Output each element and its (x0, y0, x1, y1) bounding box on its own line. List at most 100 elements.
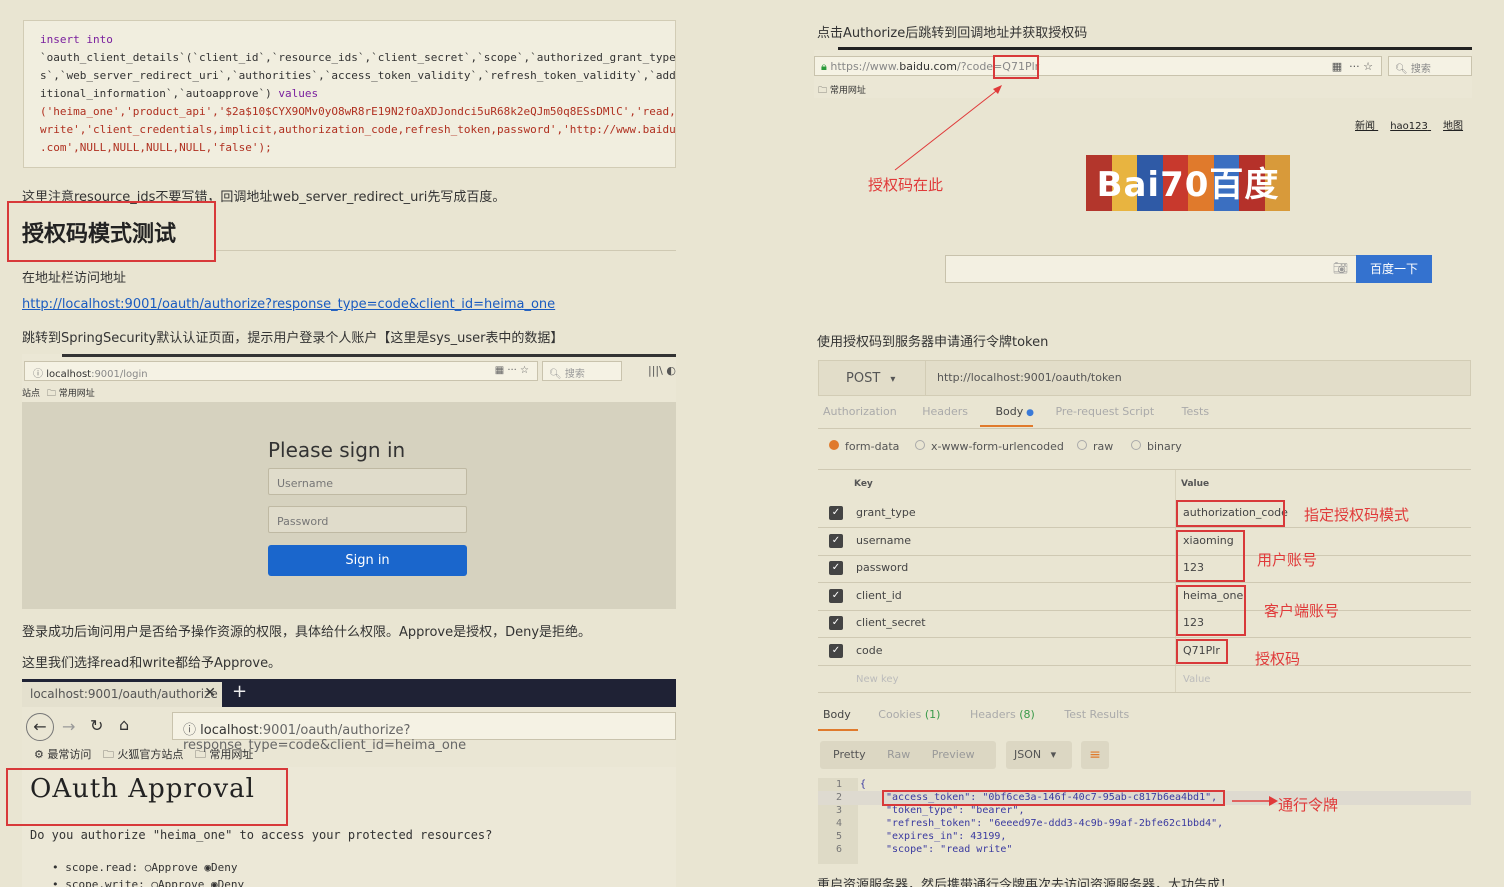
new-key-placeholder[interactable]: New key (856, 674, 899, 685)
url-path: :9001/login (91, 369, 148, 380)
new-tab-icon[interactable]: + (232, 681, 247, 702)
bookmark-site[interactable]: 站点 (22, 389, 40, 399)
baidu-bookmarks: 🗀 常用网址 (818, 83, 866, 99)
nav-news[interactable]: 新闻 (1355, 121, 1375, 132)
chevron-down-icon: ▾ (890, 374, 896, 385)
tab-title: localhost:9001/oauth/authorize (30, 687, 218, 701)
tab-authorization[interactable]: Authorization (823, 405, 897, 418)
row-checkbox[interactable]: ✓ (829, 588, 843, 603)
baidu-search-input[interactable]: 📷︎ (945, 255, 1357, 283)
radio-label: x-www-form-urlencoded (931, 440, 1064, 453)
radio-deny-write[interactable]: ◉ (211, 878, 218, 887)
access-token-box (882, 790, 1225, 806)
resp-tab-headers[interactable]: Headers (970, 708, 1016, 721)
approval-url-bar[interactable]: ⓘ localhost:9001/oauth/authorize?respons… (172, 712, 676, 753)
radio-label: raw (1093, 440, 1114, 453)
scope-write-row: • scope.write: ○Approve ◉Deny (52, 878, 244, 887)
json-line: { (860, 779, 867, 790)
param-key[interactable]: client_secret (856, 616, 926, 629)
forward-arrow-icon[interactable]: → (62, 717, 75, 736)
radio-deny-read[interactable]: ◉ (204, 861, 211, 874)
resp-tab-body[interactable]: Body (823, 708, 851, 721)
row-checkbox[interactable]: ✓ (829, 561, 843, 576)
request-url[interactable]: http://localhost:9001/oauth/token (937, 371, 1122, 384)
table-bottom-border (818, 692, 1471, 693)
raw-button[interactable]: Raw (887, 748, 910, 761)
reload-icon[interactable]: ↻ (90, 716, 103, 735)
camera-icon[interactable]: 📷︎ (1333, 261, 1348, 275)
format-select[interactable]: JSON ▾ (1006, 741, 1072, 769)
tab-tests[interactable]: Tests (1182, 405, 1209, 418)
authorize-url-link[interactable]: http://localhost:9001/oauth/authorize?re… (22, 297, 555, 312)
code-line: write','client_credentials,implicit,auth… (40, 123, 676, 136)
radio-raw[interactable] (1077, 440, 1087, 450)
bookmark-item[interactable]: 最常访问 (47, 748, 91, 761)
row-checkbox[interactable]: ✓ (829, 506, 843, 520)
col-key-header: Key (854, 479, 873, 489)
row-checkbox[interactable]: ✓ (829, 616, 843, 631)
bookmark-common[interactable]: 常用网址 (59, 389, 95, 399)
code-highlight-box (993, 55, 1039, 79)
resp-tab-test-results[interactable]: Test Results (1064, 708, 1129, 721)
lock-icon: 🔒︎ (821, 60, 827, 73)
row-divider (818, 527, 1471, 528)
tab-body[interactable]: Body (995, 405, 1023, 418)
login-search-box[interactable]: 🔍︎ 搜索 (542, 361, 622, 381)
bookmarks-bar: 站点 🗀 常用网址 (22, 386, 95, 402)
home-icon[interactable]: ⌂ (119, 715, 129, 734)
username-input[interactable]: Username (268, 468, 467, 495)
bookmark-item[interactable]: 火狐官方站点 (117, 748, 183, 761)
annot-code-here: 授权码在此 (868, 176, 944, 194)
radio-label: binary (1147, 440, 1182, 453)
resp-tab-cookies[interactable]: Cookies (878, 708, 921, 721)
code-keyword: values (278, 87, 319, 100)
url-host: localhost (200, 723, 259, 738)
code-line: s`,`web_server_redirect_uri`,`authoritie… (40, 69, 676, 82)
close-icon[interactable]: ✕ (204, 685, 216, 701)
row-checkbox[interactable]: ✓ (829, 533, 843, 548)
bookmark-common[interactable]: 常用网址 (830, 86, 866, 96)
nav-hao123[interactable]: hao123 (1390, 121, 1428, 132)
new-value-placeholder[interactable]: Value (1183, 674, 1210, 685)
radio-approve-write[interactable]: ○ (151, 878, 158, 887)
preview-button[interactable]: Preview (932, 748, 975, 761)
wrap-lines-icon[interactable]: ≡ (1081, 741, 1109, 769)
deny-label: Deny (210, 861, 238, 874)
scope-read-label: scope.read: (65, 861, 139, 874)
param-key[interactable]: client_id (856, 589, 902, 602)
row-divider (818, 554, 1471, 556)
folder-icon: 🗀 (46, 389, 56, 399)
pretty-button[interactable]: Pretty (833, 748, 866, 761)
baidu-search-box[interactable]: 🔍︎ 搜索 (1388, 56, 1472, 76)
heading-highlight-box (7, 201, 216, 262)
tab-headers[interactable]: Headers (922, 405, 968, 418)
scope-read-row: • scope.read: ○Approve ◉Deny (52, 861, 238, 874)
sign-in-button[interactable]: Sign in (268, 545, 467, 576)
param-key[interactable]: grant_type (856, 506, 916, 519)
param-key[interactable]: password (856, 561, 908, 574)
login-url-bar[interactable]: ⓘ localhost:9001/login ▦ ··· ☆ (24, 361, 538, 381)
bookmark-item[interactable]: 常用网址 (209, 748, 253, 761)
divider (925, 360, 926, 396)
tab-pre-request-script[interactable]: Pre-request Script (1055, 405, 1154, 418)
param-key[interactable]: code (856, 644, 883, 657)
nav-map[interactable]: 地图 (1443, 121, 1463, 132)
radio-form-data[interactable] (829, 440, 839, 450)
baidu-url-bar[interactable]: 🔒︎ https://www.baidu.com/?code=Q71Plr ▦ … (814, 56, 1382, 76)
active-tab-indicator (980, 425, 1033, 427)
radio-urlencoded[interactable] (915, 440, 925, 450)
chevron-down-icon: ▾ (1050, 748, 1057, 761)
sign-in-title: Please sign in (268, 438, 406, 462)
param-key[interactable]: username (856, 534, 911, 547)
password-input[interactable]: Password (268, 506, 467, 533)
baidu-search-button[interactable]: 百度一下 (1356, 255, 1432, 283)
back-arrow-icon[interactable]: ← (26, 713, 54, 741)
browser-tab[interactable]: localhost:9001/oauth/authorize ✕ (22, 682, 222, 707)
request-tabs: Authorization Headers Body ● Pre-request… (823, 405, 1209, 418)
library-icon[interactable]: |||\ ◐ (648, 364, 676, 377)
browser-top-border (62, 354, 676, 357)
method-select[interactable]: POST ▾ (846, 371, 895, 386)
approval-bookmarks: ⚙ 最常访问 🗀 火狐官方站点 🗀 常用网址 (34, 746, 253, 765)
radio-binary[interactable] (1131, 440, 1141, 450)
row-checkbox[interactable]: ✓ (829, 644, 843, 658)
